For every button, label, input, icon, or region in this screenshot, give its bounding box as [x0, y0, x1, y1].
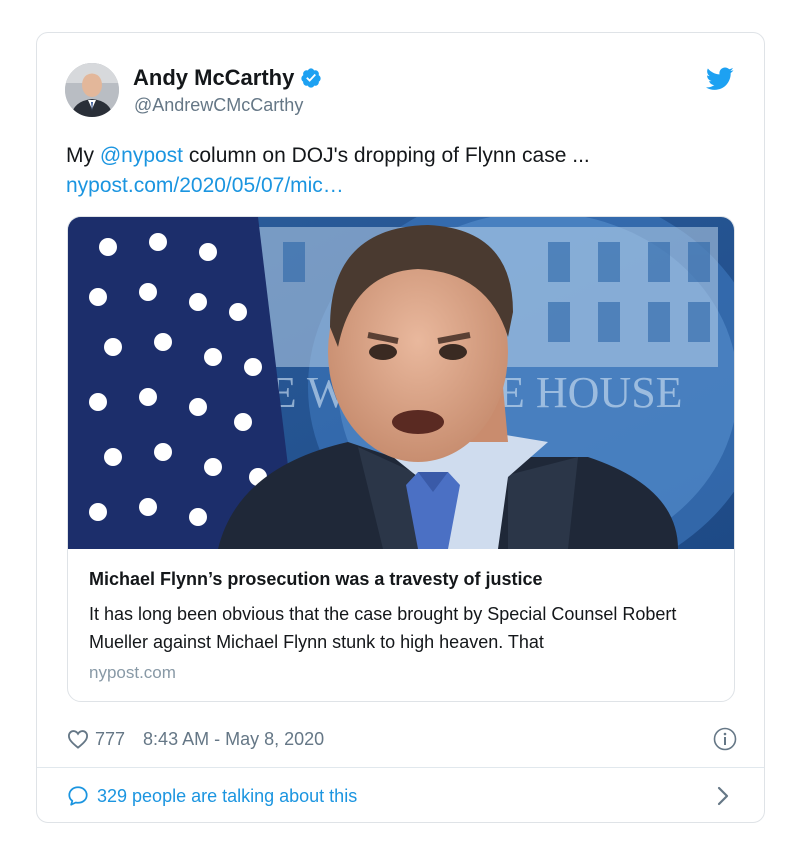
tweet-timestamp[interactable]: 8:43 AM - May 8, 2020 — [143, 729, 324, 750]
like-count[interactable]: 777 — [95, 729, 125, 750]
speech-bubble-icon — [68, 786, 88, 806]
author-name-text: Andy McCarthy — [133, 65, 295, 90]
svg-text:E HOUSE: E HOUSE — [498, 368, 683, 417]
tweet-url-link[interactable]: nypost.com/2020/05/07/mic… — [66, 171, 736, 201]
link-preview-card[interactable]: HE W E HOUSE Michael Flynn’s prosecution… — [67, 216, 735, 702]
avatar-image — [65, 63, 119, 117]
tweet-text-prefix: My — [66, 144, 100, 167]
tweet-meta: 777 8:43 AM - May 8, 2020 — [67, 725, 737, 753]
author-handle[interactable]: @AndrewCMcCarthy — [134, 95, 303, 116]
card-title: Michael Flynn’s prosecution was a traves… — [89, 569, 543, 589]
author-name[interactable]: Andy McCarthy — [133, 65, 322, 91]
conversation-link[interactable]: 329 people are talking about this — [67, 779, 737, 813]
chevron-right-icon — [717, 786, 729, 806]
mention-link[interactable]: @nypost — [100, 144, 183, 167]
twitter-bird-icon[interactable] — [706, 67, 734, 91]
verified-badge-icon — [301, 68, 321, 88]
tweet-text-suffix: column on DOJ's dropping of Flynn case .… — [183, 144, 590, 167]
card-description: It has long been obvious that the case b… — [89, 604, 677, 652]
info-icon[interactable] — [713, 727, 737, 751]
divider — [37, 767, 764, 768]
talking-count-text: 329 people are talking about this — [97, 785, 358, 806]
article-photo: HE W E HOUSE — [68, 217, 734, 549]
card-domain: nypost.com — [89, 663, 176, 682]
tweet-embed: Andy McCarthy @AndrewCMcCarthy My @nypos… — [36, 32, 765, 823]
avatar[interactable] — [65, 63, 119, 117]
tweet-text: My @nypost column on DOJ's dropping of F… — [66, 141, 736, 201]
heart-icon[interactable] — [67, 729, 89, 749]
